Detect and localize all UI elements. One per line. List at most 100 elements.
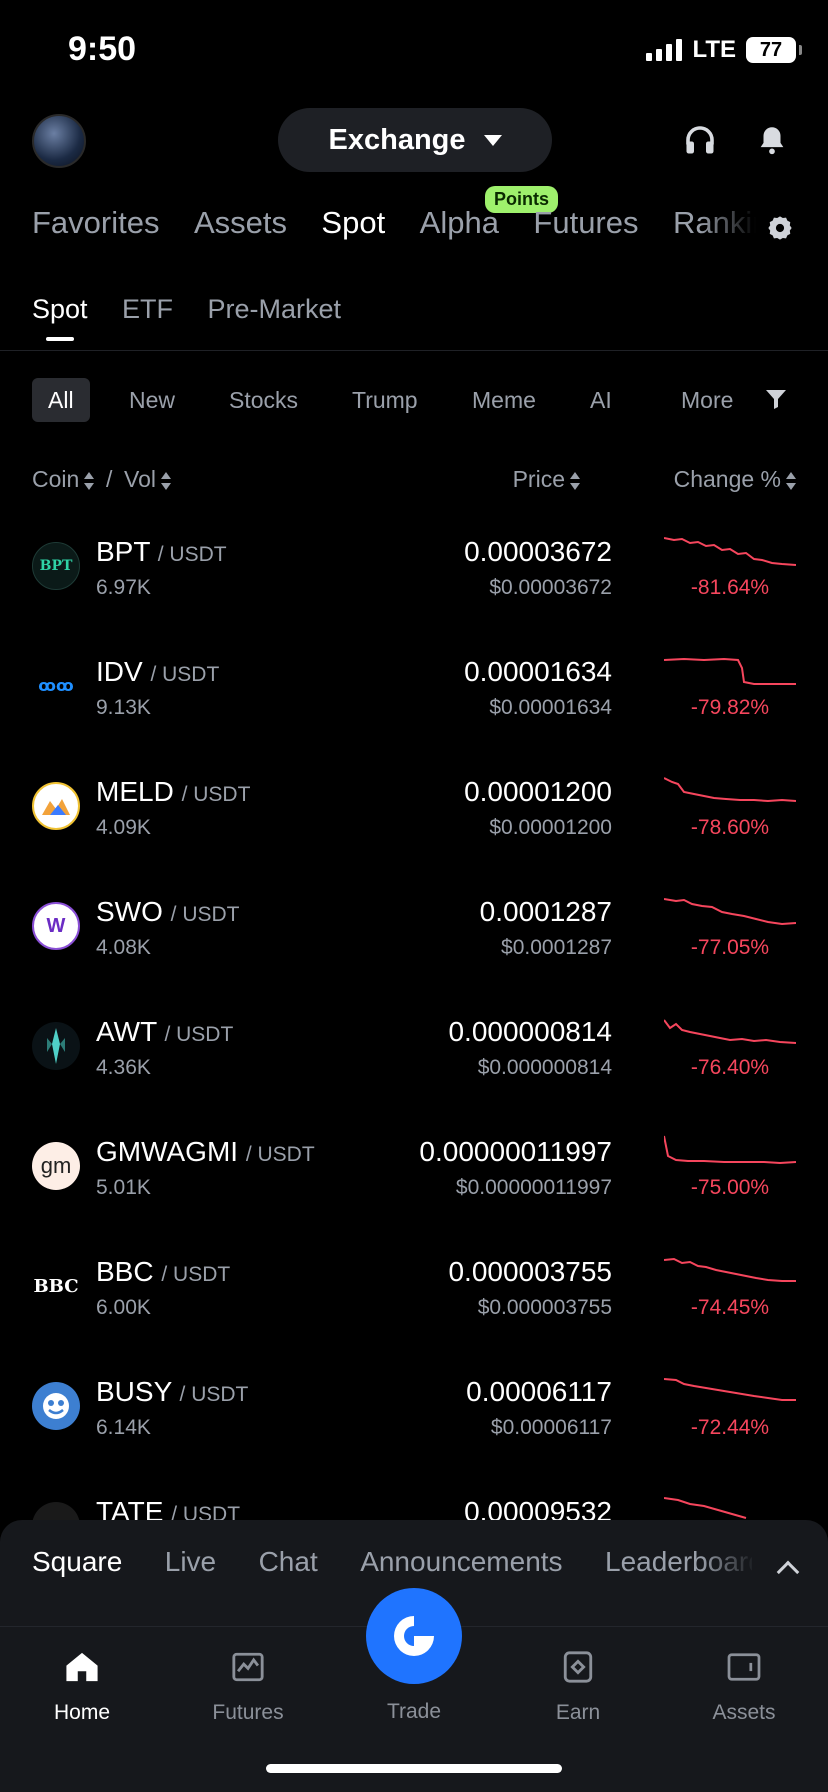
bpt-coin-icon: BPT [32, 542, 80, 590]
tab-spot[interactable]: Spot [321, 205, 385, 241]
sort-coin[interactable]: Coin [32, 466, 95, 493]
coin-row[interactable]: MELD / USDT 4.09K 0.00001200 $0.00001200… [0, 750, 828, 870]
sparkline [664, 657, 796, 685]
chip-more[interactable]: More [681, 378, 733, 422]
exchange-label: Exchange [328, 123, 466, 156]
bell-icon[interactable] [750, 118, 794, 162]
caret-down-icon [483, 134, 502, 146]
coin-volume: 4.08K [96, 936, 151, 959]
nav-assets[interactable]: Assets [674, 1647, 814, 1725]
coin-price: 0.00009532 [464, 1496, 612, 1520]
tab-futures[interactable]: Futures [533, 205, 638, 241]
coin-symbol: BBC [96, 1256, 154, 1287]
coin-row[interactable]: BBC BBC / USDT 6.00K 0.000003755 $0.0000… [0, 1230, 828, 1350]
sort-change[interactable]: Change % [674, 466, 796, 493]
tab-announcements[interactable]: Announcements [360, 1546, 562, 1578]
coin-change: -76.40% [690, 1056, 770, 1079]
coin-fiat-price: $0.00001200 [489, 816, 612, 839]
sparkline [664, 1135, 796, 1165]
coin-row[interactable]: AWT / USDT 4.36K 0.000000814 $0.00000081… [0, 990, 828, 1110]
chip-all[interactable]: All [32, 378, 90, 422]
coin-volume: 9.13K [96, 696, 151, 719]
coin-row[interactable]: gm GMWAGMI / USDT 5.01K 0.00000011997 $0… [0, 1110, 828, 1230]
tab-square[interactable]: Square [32, 1546, 122, 1578]
coin-fiat-price: $0.00006117 [490, 1416, 612, 1439]
tab-favorites[interactable]: Favorites [32, 205, 159, 241]
coin-price: 0.00001634 [464, 656, 612, 687]
coin-row[interactable]: W SWO / USDT 4.08K 0.0001287 $0.0001287 … [0, 870, 828, 990]
subtab-etf[interactable]: ETF [122, 294, 173, 341]
sparkline [664, 1497, 747, 1519]
coin-volume: 6.97K [96, 576, 151, 599]
chip-ai[interactable]: AI [590, 378, 612, 422]
nav-earn-label: Earn [555, 1701, 601, 1724]
trade-button[interactable] [366, 1588, 462, 1684]
coin-row[interactable]: ꝏꝏ IDV / USDT 9.13K 0.00001634 $0.000016… [0, 630, 828, 750]
sort-icon [84, 471, 95, 490]
coin-symbol: AWT [96, 1016, 157, 1047]
sort-price[interactable]: Price [513, 466, 580, 493]
coin-fiat-price: $0.00000011997 [455, 1176, 612, 1199]
nav-home[interactable]: Home [12, 1647, 152, 1725]
coin-row[interactable]: BUSY / USDT 6.14K 0.00006117 $0.00006117… [0, 1350, 828, 1470]
quote-asset: / USDT [170, 903, 240, 926]
signal-icon [646, 39, 683, 61]
tab-alpha[interactable]: Alpha [420, 205, 499, 241]
tab-live[interactable]: Live [165, 1546, 216, 1578]
nav-earn[interactable]: Earn [508, 1647, 648, 1725]
coin-pair: BUSY / USDT [96, 1376, 248, 1408]
chip-stocks[interactable]: Stocks [229, 378, 298, 422]
nav-home-label: Home [53, 1701, 111, 1724]
earn-icon [558, 1647, 598, 1687]
coin-volume: 4.36K [96, 1056, 151, 1079]
gmwagmi-coin-icon: gm [32, 1142, 80, 1190]
coin-row[interactable]: BPT BPT / USDT 6.97K 0.00003672 $0.00003… [0, 510, 828, 630]
coin-volume: 5.01K [96, 1176, 151, 1199]
community-fade [700, 1538, 770, 1588]
coin-symbol: TATE [96, 1496, 164, 1520]
sort-vol[interactable]: Vol [124, 466, 171, 493]
trade-icon [394, 1616, 434, 1656]
coin-volume: 6.00K [96, 1296, 151, 1319]
chip-trump[interactable]: Trump [352, 378, 418, 422]
gear-icon[interactable] [766, 214, 794, 242]
quote-asset: / USDT [157, 543, 227, 566]
coin-fiat-price: $0.00003672 [489, 576, 612, 599]
tab-chat[interactable]: Chat [259, 1546, 318, 1578]
coin-pair: IDV / USDT [96, 656, 219, 688]
coin-list: BPT BPT / USDT 6.97K 0.00003672 $0.00003… [0, 510, 828, 1520]
chip-new[interactable]: New [129, 378, 175, 422]
quote-asset: / USDT [161, 1263, 231, 1286]
nav-futures[interactable]: Futures [178, 1647, 318, 1725]
sub-tab-bar: Spot ETF Pre-Market [32, 294, 371, 348]
coin-change: -74.45% [690, 1296, 770, 1319]
coin-pair: SWO / USDT [96, 896, 240, 928]
filter-icon[interactable] [764, 386, 794, 414]
divider [0, 350, 828, 351]
coin-symbol: SWO [96, 896, 163, 927]
coin-change: -75.00% [690, 1176, 770, 1199]
futures-chart-icon [228, 1647, 268, 1687]
coin-row[interactable]: TATE / USDT 0.00009532 [0, 1470, 828, 1520]
tab-assets[interactable]: Assets [194, 205, 287, 241]
coin-symbol: GMWAGMI [96, 1136, 239, 1167]
chip-meme[interactable]: Meme [472, 378, 536, 422]
subtab-pre-market[interactable]: Pre-Market [207, 294, 341, 341]
coin-pair: BBC / USDT [96, 1256, 230, 1288]
sparkline [664, 777, 796, 803]
network-type: LTE [692, 36, 736, 63]
quote-asset: / USDT [245, 1143, 315, 1166]
subtab-spot[interactable]: Spot [32, 294, 88, 341]
home-indicator [266, 1764, 562, 1773]
avatar[interactable] [32, 114, 86, 168]
wallet-icon [724, 1647, 764, 1687]
coin-price: 0.0001287 [479, 896, 612, 927]
quote-asset: / USDT [171, 1503, 241, 1520]
meld-coin-icon [32, 782, 80, 830]
exchange-switcher-button[interactable]: Exchange [278, 108, 552, 172]
coin-fiat-price: $0.000000814 [477, 1056, 612, 1079]
header-sep: / [106, 466, 113, 492]
chevron-up-icon[interactable] [776, 1560, 800, 1584]
headset-icon[interactable] [678, 118, 722, 162]
quote-asset: / USDT [150, 663, 220, 686]
